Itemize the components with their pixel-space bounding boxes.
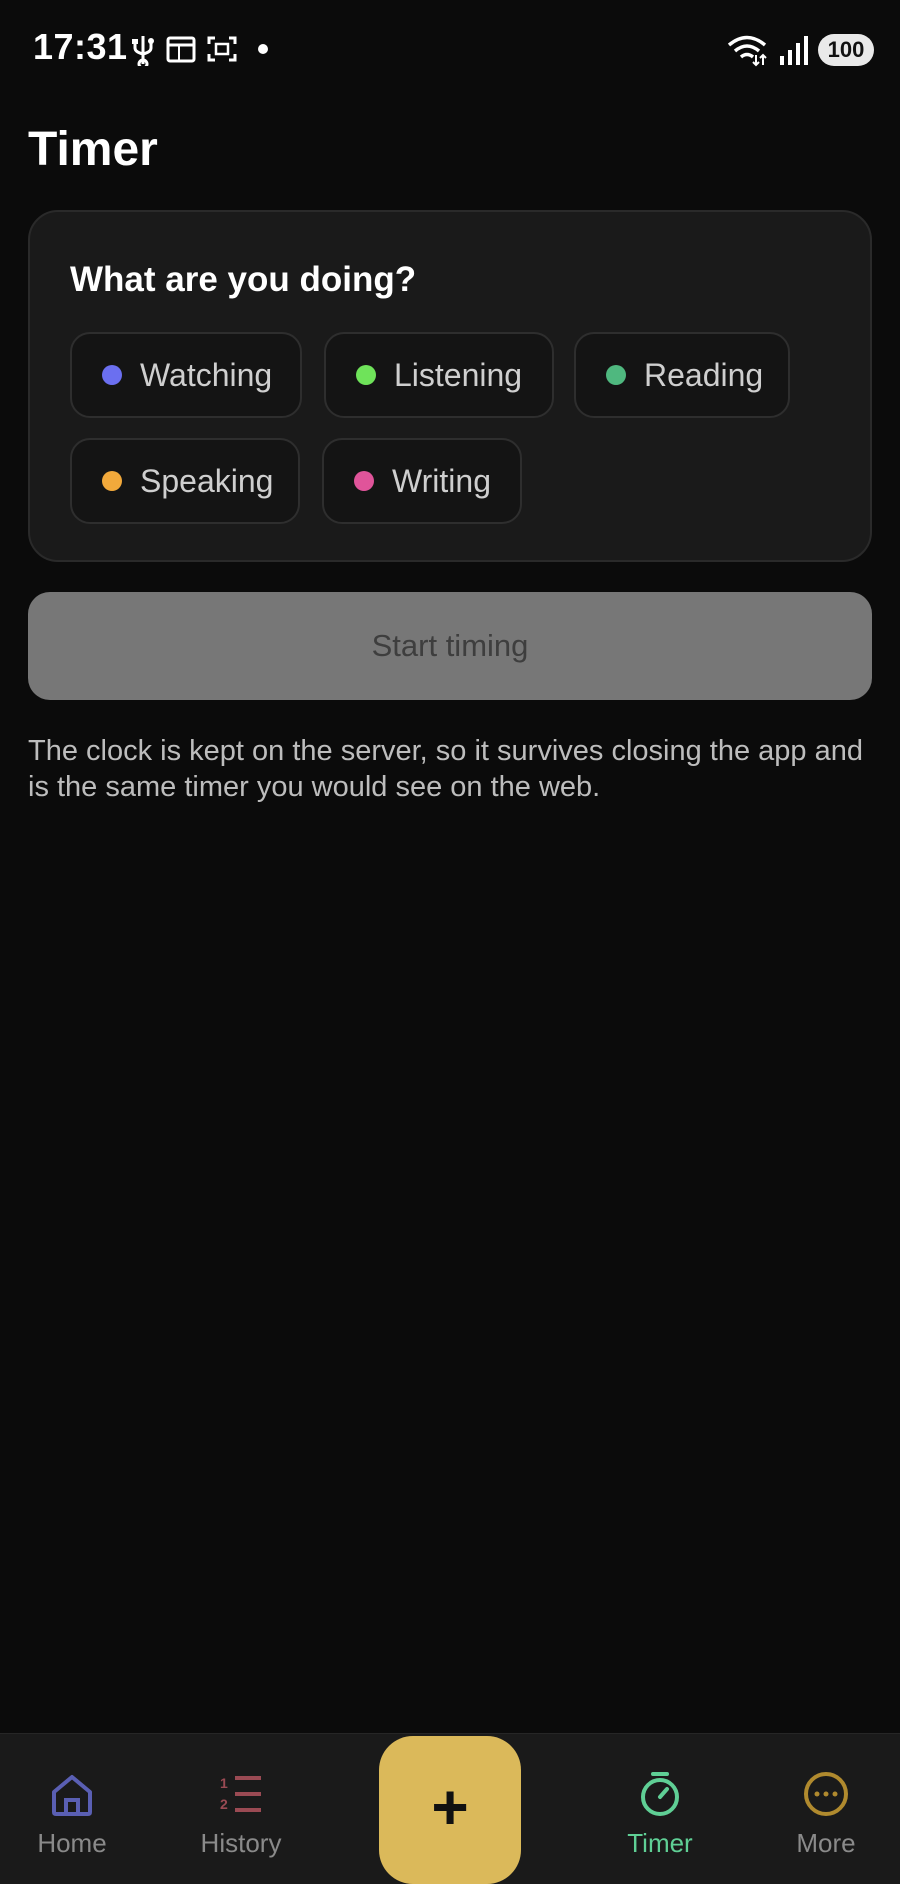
activity-chip-label: Listening (394, 356, 523, 393)
plus-icon: + (431, 1771, 469, 1843)
status-time: 17:31 (33, 26, 128, 67)
server-clock-info: The clock is kept on the server, so it s… (28, 735, 863, 803)
svg-text:2: 2 (220, 1796, 228, 1812)
activity-dot-writing (354, 471, 374, 491)
page-title: Timer (28, 123, 158, 176)
activity-chip-writing[interactable]: Writing (322, 438, 522, 524)
start-timing-button[interactable]: Start timing (28, 592, 872, 700)
activity-dot-listening (356, 365, 376, 385)
ordered-list-icon: 1 2 (220, 1775, 261, 1812)
status-right: 100 (726, 30, 874, 70)
screenshot-icon (207, 36, 237, 62)
calendar-icon (166, 36, 196, 63)
activity-question: What are you doing? (70, 260, 417, 299)
status-bar: 17:31 100 (0, 0, 900, 100)
nav-item-home[interactable]: Home (0, 1734, 147, 1884)
more-dots-icon (804, 1772, 848, 1816)
home-icon (52, 1775, 92, 1816)
activity-chip-label: Watching (140, 356, 273, 393)
nav-item-history[interactable]: 1 2 History (166, 1734, 316, 1884)
nav-label-timer: Timer (627, 1828, 693, 1858)
activity-chip-label: Speaking (140, 462, 274, 499)
activity-dot-watching (102, 365, 122, 385)
activity-chip-listening[interactable]: Listening (324, 332, 554, 418)
activity-dot-speaking (102, 471, 122, 491)
activity-chip-speaking[interactable]: Speaking (70, 438, 300, 524)
stopwatch-icon (641, 1772, 679, 1816)
nav-item-timer[interactable]: Timer (585, 1734, 735, 1884)
wifi-icon (727, 35, 767, 67)
svg-text:1: 1 (220, 1775, 228, 1791)
activity-dot-reading (606, 365, 626, 385)
activity-chip-label: Reading (644, 356, 764, 393)
signal-icon (780, 36, 808, 65)
activity-chip-watching[interactable]: Watching (70, 332, 302, 418)
nav-label-history: History (200, 1828, 282, 1858)
dot-icon (258, 44, 268, 54)
nav-item-more[interactable]: More (751, 1734, 900, 1884)
activity-chip-label: Writing (392, 462, 491, 499)
nav-label-home: Home (37, 1828, 107, 1858)
add-button[interactable]: + (379, 1736, 521, 1884)
activity-card: What are you doing? Watching Listening R… (28, 210, 872, 562)
usb-icon (132, 36, 154, 66)
activity-chip-reading[interactable]: Reading (574, 332, 790, 418)
nav-label-more: More (796, 1828, 856, 1858)
battery-icon: 100 (818, 34, 874, 66)
timer-screen: 17:31 100 Timer What are you doing? Watc… (0, 0, 900, 1884)
start-timing-label: Start timing (371, 628, 529, 663)
